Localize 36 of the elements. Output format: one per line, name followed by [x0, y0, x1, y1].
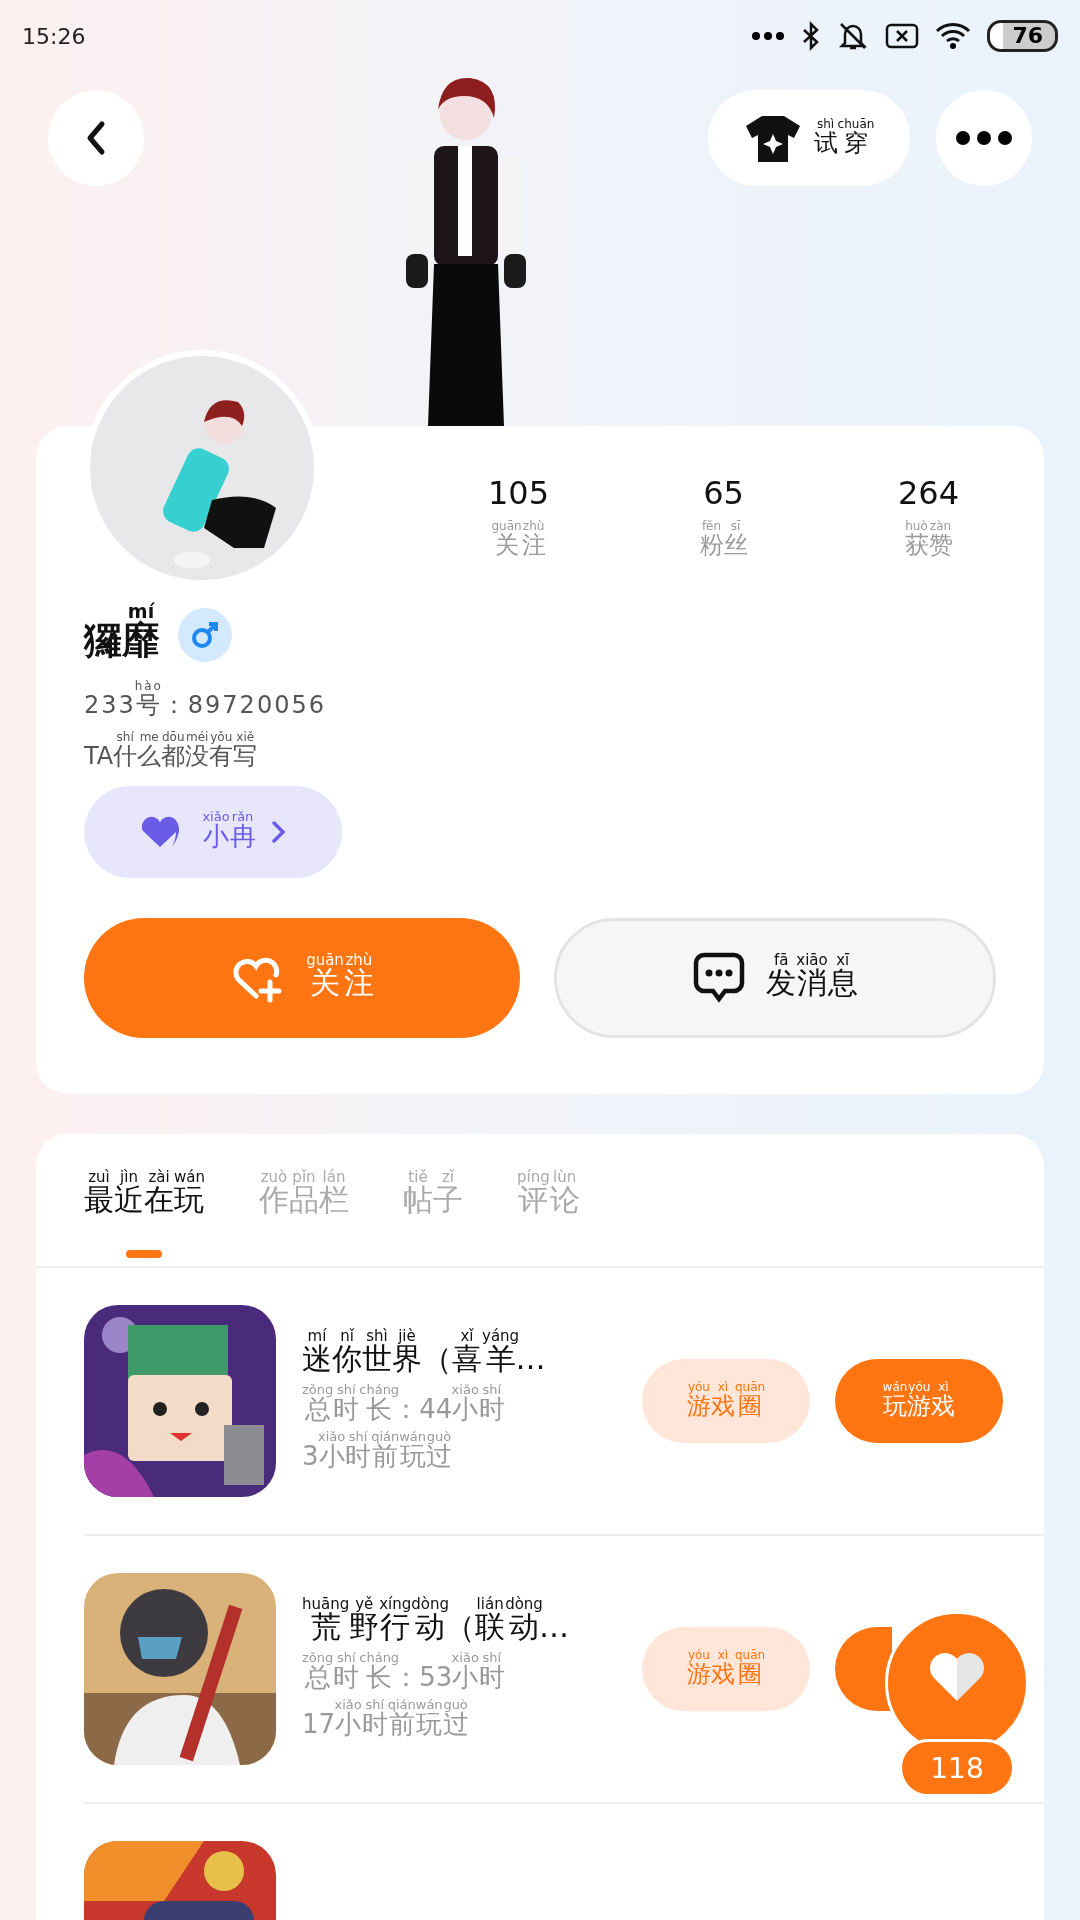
stat-label: 关 guān 注 zhù	[491, 520, 546, 561]
play-game-button[interactable]: 玩 wán 游 yóu 戏 xì	[835, 1359, 1003, 1443]
game-title: 荒 huāng 野 yě 行 xíng 动 dòng （联 lián 动 dòng …	[302, 1596, 570, 1646]
companion-button[interactable]: 小 xiǎo 冉 rǎn	[84, 786, 342, 878]
status-time: 15:26	[22, 23, 86, 49]
last-played: 17小 xiǎo 时 shí 前 qián 玩 wán 过 guò	[302, 1698, 470, 1741]
user-id: 233号 hào ：89720056	[84, 680, 326, 721]
try-on-button[interactable]: 试 shì 穿 chuān	[708, 90, 910, 186]
stat-label: 粉 fěn 丝 sī	[699, 520, 748, 561]
game-circle-button[interactable]: 游 yóu 戏 xì 圈 quān	[642, 1359, 810, 1443]
stat-label: 获 huò 赞 zàn	[904, 520, 953, 561]
sim-off-icon	[885, 23, 920, 49]
battery-indicator: 76	[987, 20, 1058, 52]
play-time: 总 zǒng 时 shí 长 cháng ：44小 xiǎo 时 shí	[302, 1383, 506, 1426]
tab[interactable]: 作 zuò 品 pǐn 栏 lán	[258, 1170, 349, 1258]
more-dots-icon	[751, 31, 786, 41]
chat-icon	[692, 951, 747, 1005]
play-game-button[interactable]	[835, 1627, 892, 1711]
chevron-right-icon	[269, 819, 288, 845]
user-name: 玀靡 mí	[84, 603, 160, 664]
game-circle-button[interactable]: 游 yóu 戏 xì 圈 quān	[642, 1627, 810, 1711]
last-played: 3小 xiǎo 时 shí 前 qián 玩 wán 过 guò	[302, 1430, 454, 1473]
stat-value: 65	[703, 474, 744, 512]
play-time: 总 zǒng 时 shí 长 cháng ：53小 xiǎo 时 shí	[302, 1651, 506, 1694]
tab[interactable]: 帖 tiě 子 zǐ	[402, 1170, 463, 1258]
tab[interactable]: 评 píng 论 lùn	[516, 1170, 580, 1258]
tab[interactable]: 最 zuì 近 jìn 在 zài 玩 wán	[84, 1170, 205, 1258]
more-icon	[956, 131, 1012, 145]
user-bio: TA什 shí 么 me 都 dōu 没 méi 有 yǒu 写 xiě	[84, 731, 258, 772]
male-icon	[178, 607, 232, 662]
stat-value: 105	[487, 474, 550, 512]
stat-value: 264	[897, 474, 960, 512]
follow-button[interactable]: 关 guān 注 zhù	[84, 918, 520, 1038]
wifi-icon	[935, 22, 972, 50]
message-button[interactable]: 发 fā 消 xiāo 息 xī	[554, 918, 996, 1038]
game-title: 迷 mí 你 nǐ 世 shì 界 jiè （喜 xǐ 羊 yáng …	[302, 1328, 547, 1378]
